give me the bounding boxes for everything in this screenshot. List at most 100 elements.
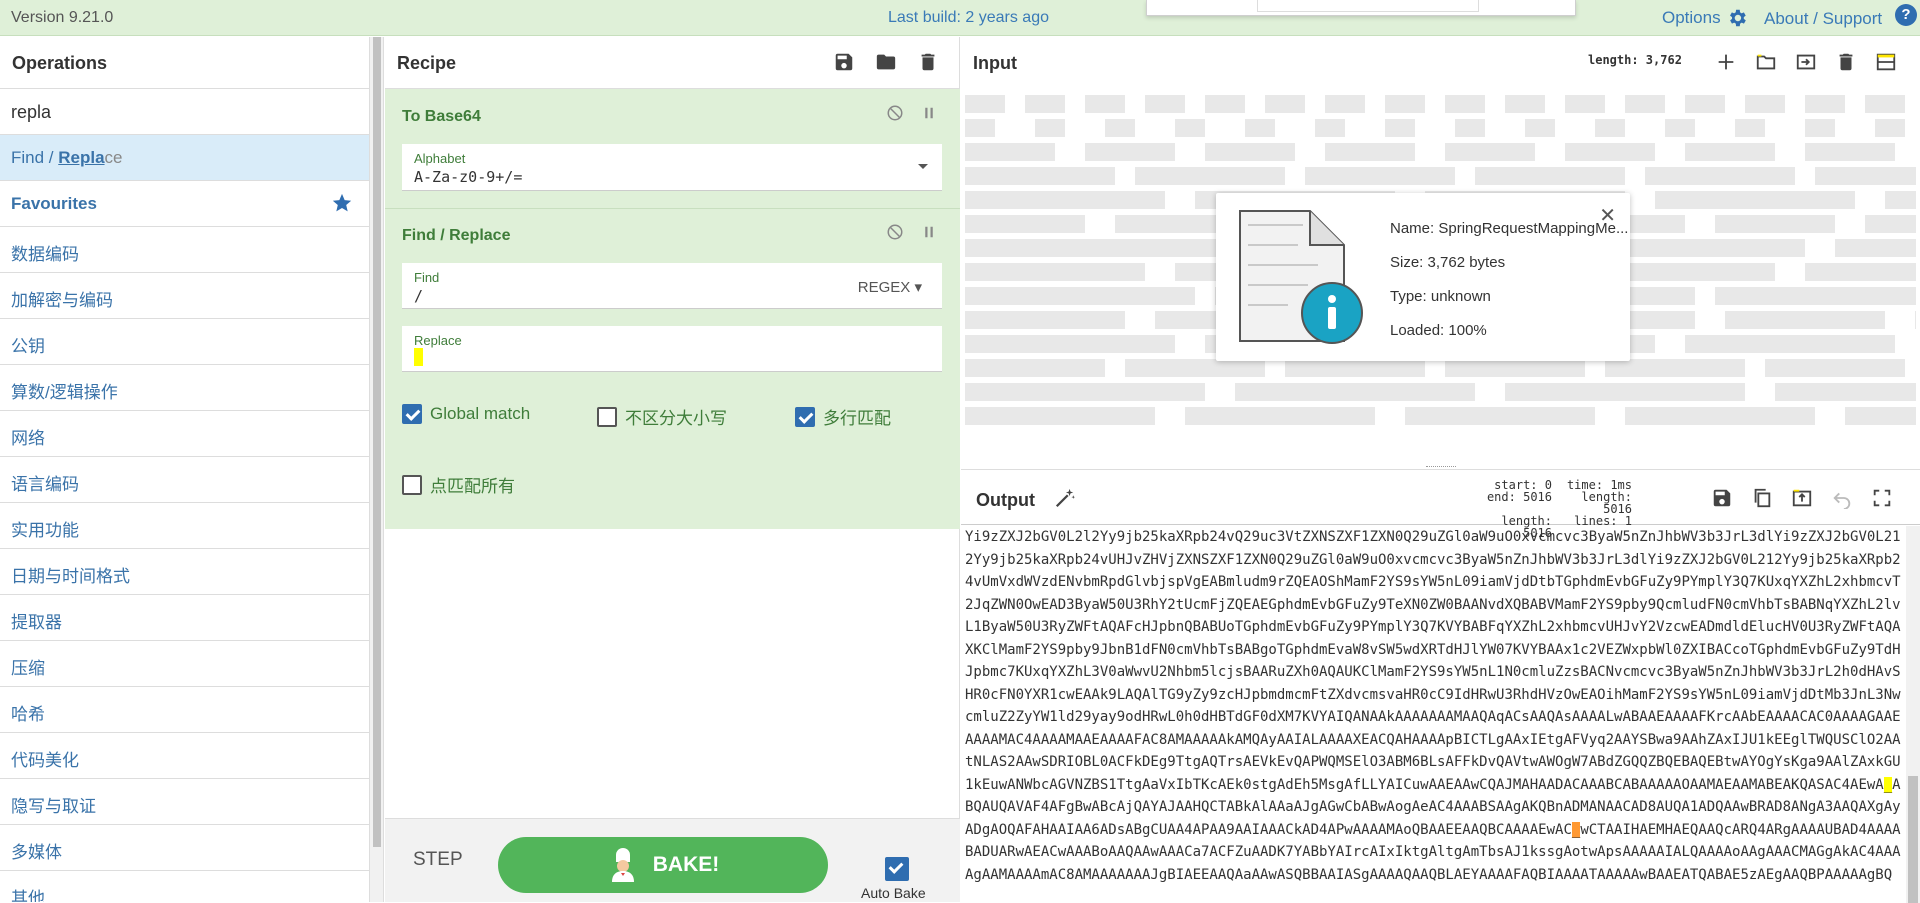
find-mode-label: REGEX: [857, 279, 911, 296]
checkbox-label: 点匹配所有: [430, 477, 515, 496]
highlight-match: _: [1883, 776, 1893, 793]
checkbox-checked: [402, 404, 422, 424]
op-to-base64: To Base64 Alphabet A-Za-z0-9+/=: [385, 89, 960, 209]
operations-title: Operations: [0, 37, 369, 89]
replace-field[interactable]: Replace: [402, 326, 942, 372]
import-icon[interactable]: [1795, 51, 1817, 73]
category-item[interactable]: 哈希: [0, 687, 369, 733]
category-item[interactable]: 语言编码: [0, 457, 369, 503]
file-loaded: Loaded: 100%: [1390, 322, 1487, 339]
save-icon[interactable]: [833, 51, 855, 73]
op-title: To Base64: [402, 108, 481, 125]
find-field[interactable]: Find / REGEX ▾: [402, 263, 942, 309]
file-icon: [1228, 205, 1368, 349]
find-value: /: [414, 287, 424, 305]
about-support-link[interactable]: About / Support: [1764, 9, 1882, 29]
search-result-find-replace[interactable]: Find / Replace: [0, 135, 369, 181]
options-button[interactable]: Options: [1662, 7, 1748, 29]
category-item[interactable]: 算数/逻辑操作: [0, 365, 369, 411]
output-text[interactable]: Yi9zZXJ2bGV0L2l2Yy9jb25kaXRpb24vQ29uc3Vt…: [965, 526, 1903, 903]
layout-icon[interactable]: [1875, 51, 1897, 73]
stat-end: end: 5016: [1482, 491, 1552, 515]
recipe-panel: Recipe To Base64 Alphabet A-Za-z0-9+/= F…: [385, 37, 960, 902]
auto-bake-checkbox[interactable]: [885, 857, 909, 881]
undo-icon[interactable]: [1831, 487, 1853, 509]
bake-bar: STEP BAKE! Auto Bake: [385, 818, 960, 902]
category-item[interactable]: 实用功能: [0, 503, 369, 549]
recipe-header: Recipe: [385, 37, 959, 89]
output-title: Output: [976, 490, 1035, 510]
stat-output-length: length: 5016: [1552, 491, 1632, 515]
trash-icon[interactable]: [917, 51, 939, 73]
scrollbar-thumb[interactable]: [373, 37, 381, 847]
category-favourites[interactable]: Favourites: [0, 181, 369, 227]
category-item[interactable]: 加解密与编码: [0, 273, 369, 319]
bake-button[interactable]: BAKE!: [498, 837, 828, 893]
open-folder-icon[interactable]: [1755, 51, 1777, 73]
operations-panel: Operations repla Find / Replace Favourit…: [0, 37, 370, 902]
input-header: Input length: 3,762: [961, 37, 1920, 89]
step-button[interactable]: STEP: [413, 849, 463, 871]
scrollbar-thumb[interactable]: [1908, 776, 1918, 903]
alphabet-select[interactable]: Alphabet A-Za-z0-9+/=: [402, 144, 942, 191]
category-item[interactable]: 日期与时间格式: [0, 549, 369, 595]
result-prefix: Find /: [11, 148, 59, 167]
auto-bake-label: Auto Bake: [861, 885, 926, 901]
save-icon[interactable]: [1711, 487, 1733, 509]
output-scrollbar[interactable]: [1906, 526, 1920, 903]
file-size: Size: 3,762 bytes: [1390, 254, 1506, 271]
magic-wand-icon[interactable]: [1054, 487, 1076, 509]
star-icon: [331, 192, 353, 214]
output-header: Output start: 0 time: 1ms end: 5016 leng…: [961, 470, 1920, 539]
category-item[interactable]: 隐写与取证: [0, 779, 369, 825]
checkbox-checked: [795, 406, 815, 427]
category-item[interactable]: 网络: [0, 411, 369, 457]
floating-popup: [1146, 0, 1576, 16]
category-item[interactable]: 公钥: [0, 319, 369, 365]
global-match-checkbox[interactable]: Global match: [402, 404, 530, 424]
category-item[interactable]: 其他: [0, 871, 369, 902]
multiline-checkbox[interactable]: 多行匹配: [795, 404, 891, 429]
chevron-down-icon: [918, 164, 928, 169]
replace-label: Replace: [414, 333, 462, 348]
category-item[interactable]: 提取器: [0, 595, 369, 641]
dot-matches-all-checkbox[interactable]: 点匹配所有: [402, 472, 515, 497]
category-item[interactable]: 多媒体: [0, 825, 369, 871]
category-item[interactable]: 数据编码: [0, 227, 369, 273]
checkbox-label: 多行匹配: [823, 409, 891, 428]
bake-label: BAKE!: [652, 853, 720, 876]
result-match: Repla: [58, 148, 105, 167]
operations-scrollbar[interactable]: [370, 37, 384, 902]
help-icon[interactable]: ?: [1895, 4, 1917, 26]
disable-icon[interactable]: [886, 104, 904, 122]
pause-icon[interactable]: [920, 223, 938, 241]
options-label: Options: [1662, 8, 1721, 27]
category-item[interactable]: 压缩: [0, 641, 369, 687]
find-mode-dropdown[interactable]: REGEX ▾: [858, 278, 922, 296]
gear-icon: [1726, 7, 1748, 29]
find-label: Find: [414, 270, 440, 285]
operations-search-input[interactable]: repla: [0, 89, 369, 135]
folder-icon[interactable]: [875, 51, 897, 73]
checkbox-label: Global match: [430, 404, 531, 423]
checkbox-unchecked: [597, 406, 617, 427]
output-panel: Output start: 0 time: 1ms end: 5016 leng…: [961, 469, 1920, 903]
category-item[interactable]: 代码美化: [0, 733, 369, 779]
top-banner: Version 9.21.0 Last build: 2 years ago O…: [0, 0, 1920, 36]
replace-input-icon[interactable]: [1791, 487, 1813, 509]
stat-label: end:: [1486, 490, 1516, 504]
checkbox-unchecked: [402, 474, 422, 495]
disable-icon[interactable]: [886, 223, 904, 241]
op-title: Find / Replace: [402, 227, 511, 244]
trash-icon[interactable]: [1835, 51, 1857, 73]
checkbox-label: 不区分大小写: [625, 409, 727, 428]
maximise-icon[interactable]: [1871, 487, 1893, 509]
chef-icon: [607, 847, 639, 883]
recipe-title: Recipe: [397, 53, 457, 73]
copy-icon[interactable]: [1751, 487, 1773, 509]
case-insensitive-checkbox[interactable]: 不区分大小写: [597, 404, 727, 429]
last-build-link[interactable]: Last build: 2 years ago: [888, 9, 1049, 27]
popup-field: [1257, 0, 1479, 12]
pause-icon[interactable]: [920, 104, 938, 122]
add-icon[interactable]: [1715, 51, 1737, 73]
